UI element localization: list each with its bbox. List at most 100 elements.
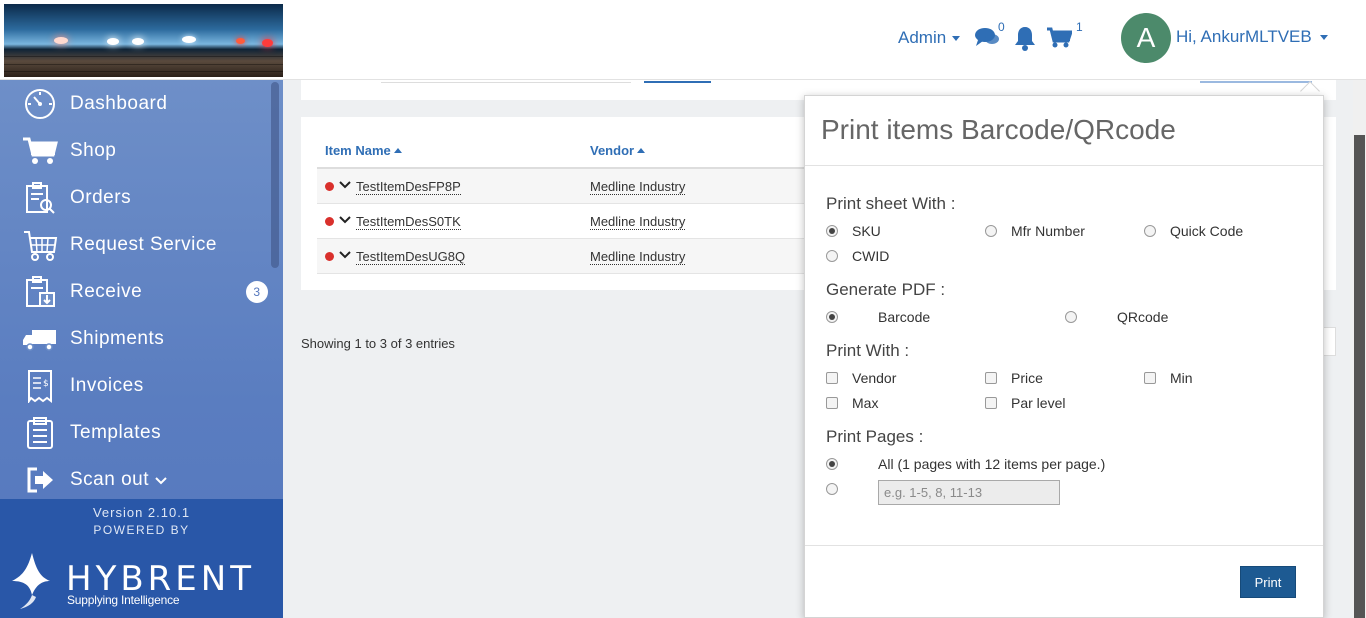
- sidebar-item-label: Shop: [70, 139, 117, 161]
- vendor-link[interactable]: Medline Industry: [590, 215, 686, 230]
- radio-button[interactable]: [826, 311, 838, 323]
- truck-icon: [22, 321, 58, 357]
- sidebar-footer: Version 2.10.1 POWERED BY HYBRENT Supply…: [0, 499, 283, 618]
- avatar[interactable]: A: [1121, 13, 1171, 63]
- column-header-item-name[interactable]: Item Name: [325, 143, 402, 158]
- sidebar-item-label: Receive: [70, 280, 143, 302]
- scrollbar-thumb[interactable]: [1354, 135, 1365, 618]
- cart-icon: [22, 133, 58, 169]
- print-popover: Print items Barcode/QRcode Print sheet W…: [804, 95, 1324, 618]
- checkbox[interactable]: [826, 372, 838, 384]
- cart-button[interactable]: [1046, 27, 1074, 54]
- sort-asc-icon: [637, 148, 646, 153]
- radio-button[interactable]: [826, 483, 838, 495]
- radio-button[interactable]: [826, 458, 838, 470]
- option-label: All (1 pages with 12 items per page.): [878, 456, 1106, 472]
- sidebar-item-invoices[interactable]: $ Invoices: [0, 362, 283, 409]
- checkbox-par-level[interactable]: Par level: [985, 395, 1065, 411]
- chevron-down-icon[interactable]: [339, 177, 351, 192]
- checkbox[interactable]: [985, 372, 997, 384]
- column-header-vendor[interactable]: Vendor: [590, 143, 646, 158]
- sidebar-item-shop[interactable]: Shop: [0, 127, 283, 174]
- avatar-initial: A: [1136, 22, 1156, 53]
- sidebar-item-scan-out[interactable]: Scan out: [0, 456, 283, 503]
- option-label: Price: [1011, 370, 1043, 386]
- sidebar-item-label: Templates: [70, 421, 162, 443]
- checkbox-price[interactable]: Price: [985, 370, 1043, 386]
- radio-button[interactable]: [985, 225, 997, 237]
- sidebar-item-label: Scan out: [70, 468, 149, 490]
- item-name-link[interactable]: TestItemDesUG8Q: [356, 250, 466, 265]
- option-label: CWID: [852, 248, 890, 264]
- sidebar-item-label: Shipments: [70, 327, 165, 349]
- radio-cwid[interactable]: CWID: [826, 248, 889, 264]
- status-dot: [325, 182, 334, 191]
- option-label: SKU: [852, 223, 881, 239]
- bell-icon: [1015, 27, 1035, 51]
- print-sheet-label: Print sheet With :: [826, 194, 956, 213]
- radio-button[interactable]: [826, 225, 838, 237]
- radio-all-pages[interactable]: All (1 pages with 12 items per page.): [826, 456, 1105, 472]
- powered-by-label: POWERED BY: [93, 523, 190, 537]
- shopping-cart-icon: [1047, 27, 1074, 48]
- print-pages-label: Print Pages :: [826, 427, 924, 446]
- messages-button[interactable]: [974, 26, 1000, 53]
- version-label: Version 2.10.1: [92, 505, 191, 520]
- sidebar-item-label: Dashboard: [70, 92, 168, 114]
- radio-barcode[interactable]: Barcode: [826, 309, 930, 325]
- radio-button[interactable]: [1144, 225, 1156, 237]
- chevron-down-icon[interactable]: [339, 247, 351, 262]
- option-label: Max: [852, 395, 879, 411]
- scan-out-icon: [22, 462, 58, 498]
- radio-page-range[interactable]: [826, 483, 838, 495]
- checkbox-vendor[interactable]: Vendor: [826, 370, 896, 386]
- option-label: Par level: [1011, 395, 1066, 411]
- column-header-label: Item Name: [325, 143, 391, 158]
- brand-logo: HYBRENT Supplying Intelligence: [10, 551, 260, 611]
- vendor-link[interactable]: Medline Industry: [590, 180, 686, 195]
- actions-button-edge[interactable]: [1200, 80, 1312, 83]
- sidebar-item-dashboard[interactable]: Dashboard: [0, 80, 283, 127]
- dashboard-icon: [22, 86, 58, 122]
- sidebar-item-orders[interactable]: Orders: [0, 174, 283, 221]
- checkbox-min[interactable]: Min: [1144, 370, 1193, 386]
- item-name-link[interactable]: TestItemDesS0TK: [356, 215, 461, 230]
- radio-sku[interactable]: SKU: [826, 223, 881, 239]
- checkbox[interactable]: [985, 397, 997, 409]
- page-range-input[interactable]: [878, 480, 1060, 505]
- receive-count-badge: 3: [246, 280, 268, 303]
- generate-pdf-label: Generate PDF :: [826, 280, 946, 299]
- option-label: Barcode: [878, 309, 931, 325]
- sidebar-item-receive[interactable]: Receive 3: [0, 268, 283, 315]
- sidebar-item-label: Request Service: [70, 233, 217, 255]
- admin-menu[interactable]: Admin: [898, 28, 961, 48]
- checkbox-max[interactable]: Max: [826, 395, 878, 411]
- sidebar-scrollbar[interactable]: [271, 82, 279, 268]
- sidebar-item-shipments[interactable]: Shipments: [0, 315, 283, 362]
- status-dot: [325, 217, 334, 226]
- search-button-edge[interactable]: [644, 80, 711, 83]
- cart-count: 1: [1076, 20, 1083, 34]
- filter-field[interactable]: [381, 80, 631, 83]
- radio-button[interactable]: [826, 250, 838, 262]
- notifications-button[interactable]: [1014, 25, 1036, 56]
- item-name-link[interactable]: TestItemDesFP8P: [356, 180, 461, 195]
- checkbox[interactable]: [826, 397, 838, 409]
- page-scrollbar[interactable]: [1353, 80, 1366, 618]
- app-logo[interactable]: [4, 4, 283, 77]
- divider: [805, 545, 1323, 546]
- chevron-down-icon[interactable]: [339, 212, 351, 227]
- radio-button[interactable]: [1065, 311, 1077, 323]
- sidebar-item-templates[interactable]: Templates: [0, 409, 283, 456]
- option-label: Mfr Number: [1011, 223, 1085, 239]
- radio-quick-code[interactable]: Quick Code: [1144, 223, 1243, 239]
- table-info: Showing 1 to 3 of 3 entries: [301, 336, 455, 351]
- checkbox[interactable]: [1144, 372, 1156, 384]
- print-button[interactable]: Print: [1240, 566, 1296, 598]
- sidebar-item-request-service[interactable]: Request Service: [0, 221, 283, 268]
- radio-mfr-number[interactable]: Mfr Number: [985, 223, 1085, 239]
- hybrent-bird-icon: [12, 553, 50, 609]
- radio-qrcode[interactable]: QRcode: [1065, 309, 1168, 325]
- user-menu[interactable]: Hi, AnkurMLTVEB: [1176, 27, 1328, 47]
- vendor-link[interactable]: Medline Industry: [590, 250, 686, 265]
